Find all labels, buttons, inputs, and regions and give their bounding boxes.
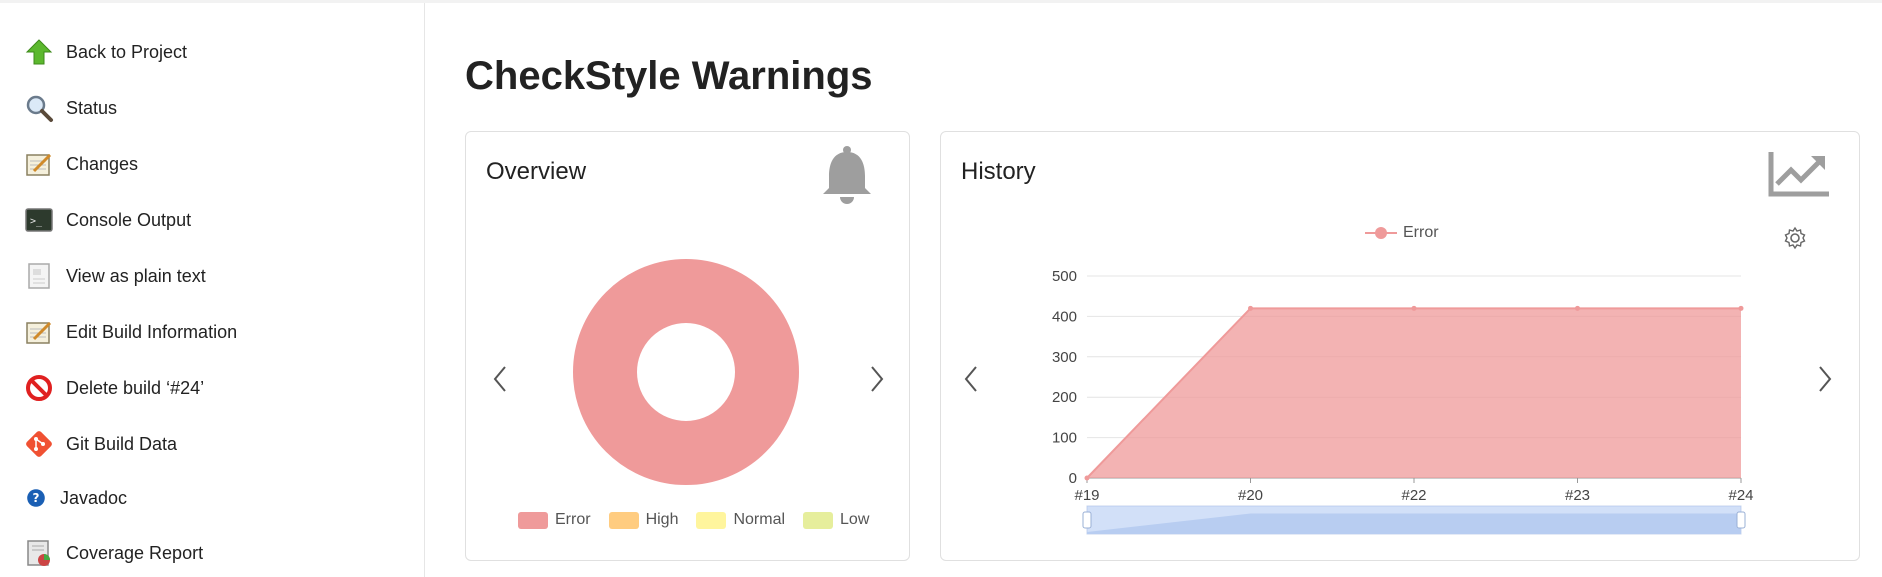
legend-item-low[interactable]: Low xyxy=(803,511,869,529)
data-point[interactable] xyxy=(1575,305,1580,311)
legend-item-error[interactable]: Error xyxy=(518,511,591,529)
data-point[interactable] xyxy=(1248,305,1253,311)
zoom-slider-selection[interactable] xyxy=(1087,506,1741,534)
legend-line-marker xyxy=(1365,227,1397,239)
up-arrow-icon xyxy=(24,37,54,67)
y-tick-label: 300 xyxy=(1052,349,1077,366)
y-tick-label: 0 xyxy=(1069,470,1077,487)
history-area-chart: 0 100 200 300 400 500 #19 #20 #22 #23 #24 xyxy=(1052,268,1754,535)
legend-swatch xyxy=(518,511,548,529)
zoom-handle-right[interactable] xyxy=(1736,511,1746,529)
sidebar-item-delete-build[interactable]: Delete build ‘#24’ xyxy=(24,368,204,408)
series-area-error xyxy=(1087,308,1741,478)
sidebar-item-label: Git Build Data xyxy=(66,433,178,454)
sidebar-item-label: View as plain text xyxy=(66,265,206,286)
overview-next-arrow[interactable] xyxy=(865,361,889,397)
sidebar-item-edit-build-information[interactable]: Edit Build Information xyxy=(24,312,237,352)
overview-card: Overview Error High Normal Low xyxy=(465,131,910,561)
git-icon xyxy=(24,429,54,459)
x-tick-label: #19 xyxy=(1074,487,1099,504)
history-card: History Error 0 100 200 300 400 500 #19 #20 #22 #… xyxy=(940,131,1860,561)
sidebar: Back to Project Status Changes >_ Consol… xyxy=(0,3,425,577)
y-tick-label: 200 xyxy=(1052,389,1077,406)
y-tick-label: 500 xyxy=(1052,268,1077,285)
sidebar-item-status[interactable]: Status xyxy=(24,88,117,128)
donut-slice-error[interactable] xyxy=(573,259,799,485)
sidebar-item-coverage-report[interactable]: Coverage Report xyxy=(24,533,203,573)
donut-slice-error-ring xyxy=(573,259,799,485)
help-icon: ? xyxy=(24,483,48,513)
sidebar-item-javadoc[interactable]: ? Javadoc xyxy=(24,478,127,518)
legend-swatch xyxy=(696,511,727,529)
svg-text:?: ? xyxy=(33,491,40,505)
page-title: CheckStyle Warnings xyxy=(465,54,873,98)
sidebar-item-label: Coverage Report xyxy=(66,542,204,563)
x-tick-label: #24 xyxy=(1728,487,1753,504)
zoom-handle-left[interactable] xyxy=(1082,511,1092,529)
sidebar-item-label: Javadoc xyxy=(60,487,128,508)
settings-gear-icon[interactable] xyxy=(1783,226,1807,255)
overview-prev-arrow[interactable] xyxy=(488,361,512,397)
sidebar-item-label: Changes xyxy=(66,153,139,174)
no-entry-icon xyxy=(24,373,54,403)
sidebar-item-label: Edit Build Information xyxy=(66,321,238,342)
overview-donut-chart xyxy=(573,259,799,485)
sidebar-item-view-as-plain-text[interactable]: View as plain text xyxy=(24,256,206,296)
terminal-icon: >_ xyxy=(24,205,54,235)
data-point[interactable] xyxy=(1084,475,1090,481)
sidebar-item-changes[interactable]: Changes xyxy=(24,144,138,184)
notepad-icon xyxy=(24,149,54,179)
sidebar-item-label: Delete build ‘#24’ xyxy=(66,377,205,398)
legend-swatch xyxy=(803,511,834,529)
sidebar-item-console-output[interactable]: >_ Console Output xyxy=(24,200,191,240)
overview-title: Overview xyxy=(486,158,587,185)
legend-item-normal[interactable]: Normal xyxy=(696,511,785,529)
x-tick-label: #20 xyxy=(1238,487,1263,504)
history-prev-arrow[interactable] xyxy=(959,361,983,397)
coverage-icon xyxy=(24,538,54,568)
sidebar-item-label: Back to Project xyxy=(66,41,188,62)
legend-item-high[interactable]: High xyxy=(608,511,678,529)
history-legend[interactable]: Error xyxy=(1365,224,1439,242)
magnifier-icon xyxy=(24,93,54,123)
x-tick-label: #22 xyxy=(1401,487,1426,504)
overview-legend: Error High Normal Low xyxy=(518,511,887,529)
sidebar-item-back-to-project[interactable]: Back to Project xyxy=(24,32,187,72)
svg-text:>_: >_ xyxy=(30,216,43,227)
bell-icon xyxy=(819,144,875,213)
data-point[interactable] xyxy=(1411,305,1417,311)
y-tick-label: 100 xyxy=(1052,430,1077,447)
data-point[interactable] xyxy=(1738,305,1744,311)
y-tick-label: 400 xyxy=(1052,308,1077,325)
notepad-icon xyxy=(24,317,54,347)
sidebar-item-label: Status xyxy=(66,97,118,118)
trend-chart-icon xyxy=(1767,150,1831,203)
sidebar-item-git-build-data[interactable]: Git Build Data xyxy=(24,424,177,464)
x-tick-label: #23 xyxy=(1565,487,1590,504)
document-icon xyxy=(24,261,54,291)
legend-swatch xyxy=(608,511,639,529)
sidebar-item-label: Console Output xyxy=(66,209,192,230)
history-title: History xyxy=(961,158,1036,185)
